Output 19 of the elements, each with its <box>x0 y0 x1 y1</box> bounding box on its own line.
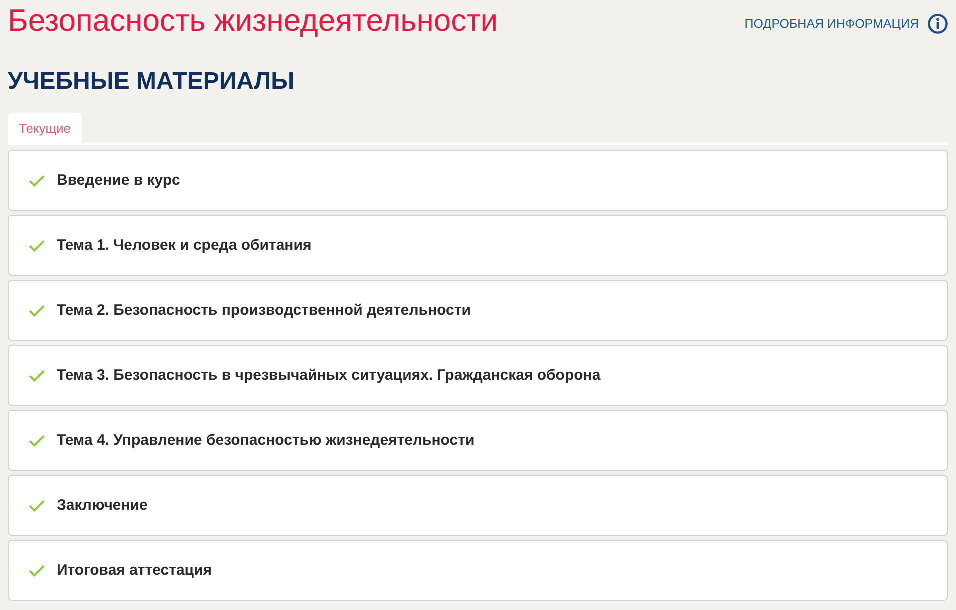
info-icon <box>928 14 948 34</box>
material-item[interactable]: Тема 1. Человек и среда обитания <box>8 215 948 276</box>
material-title: Заключение <box>57 497 148 514</box>
material-item[interactable]: Тема 4. Управление безопасностью жизнедеятельности <box>8 410 948 471</box>
tab[interactable]: Текущие <box>8 113 82 143</box>
material-item[interactable]: Тема 3. Безопасность в чрезвычайных ситуациях. Гражданская оборона <box>8 345 948 406</box>
course-title: Безопасность жизнедеятельности <box>8 3 498 39</box>
details-link[interactable]: ПОДРОБНАЯ ИНФОРМАЦИЯ <box>744 14 948 34</box>
material-item[interactable]: Заключение <box>8 475 948 536</box>
material-item[interactable]: Введение в курс <box>8 150 948 211</box>
section-heading: УЧЕБНЫЕ МАТЕРИАЛЫ <box>8 67 295 97</box>
material-title: Тема 1. Человек и среда обитания <box>57 237 312 254</box>
material-title: Тема 3. Безопасность в чрезвычайных ситуациях. Гражданская оборона <box>57 367 601 384</box>
material-title: Тема 4. Управление безопасностью жизнедеятельности <box>57 432 475 449</box>
material-item[interactable]: Итоговая аттестация <box>8 540 948 601</box>
material-item[interactable]: Тема 2. Безопасность производственной деятельности <box>8 280 948 341</box>
material-title: Тема 2. Безопасность производственной деятельности <box>57 302 471 319</box>
material-title: Введение в курс <box>57 172 180 189</box>
material-title: Итоговая аттестация <box>57 562 212 579</box>
